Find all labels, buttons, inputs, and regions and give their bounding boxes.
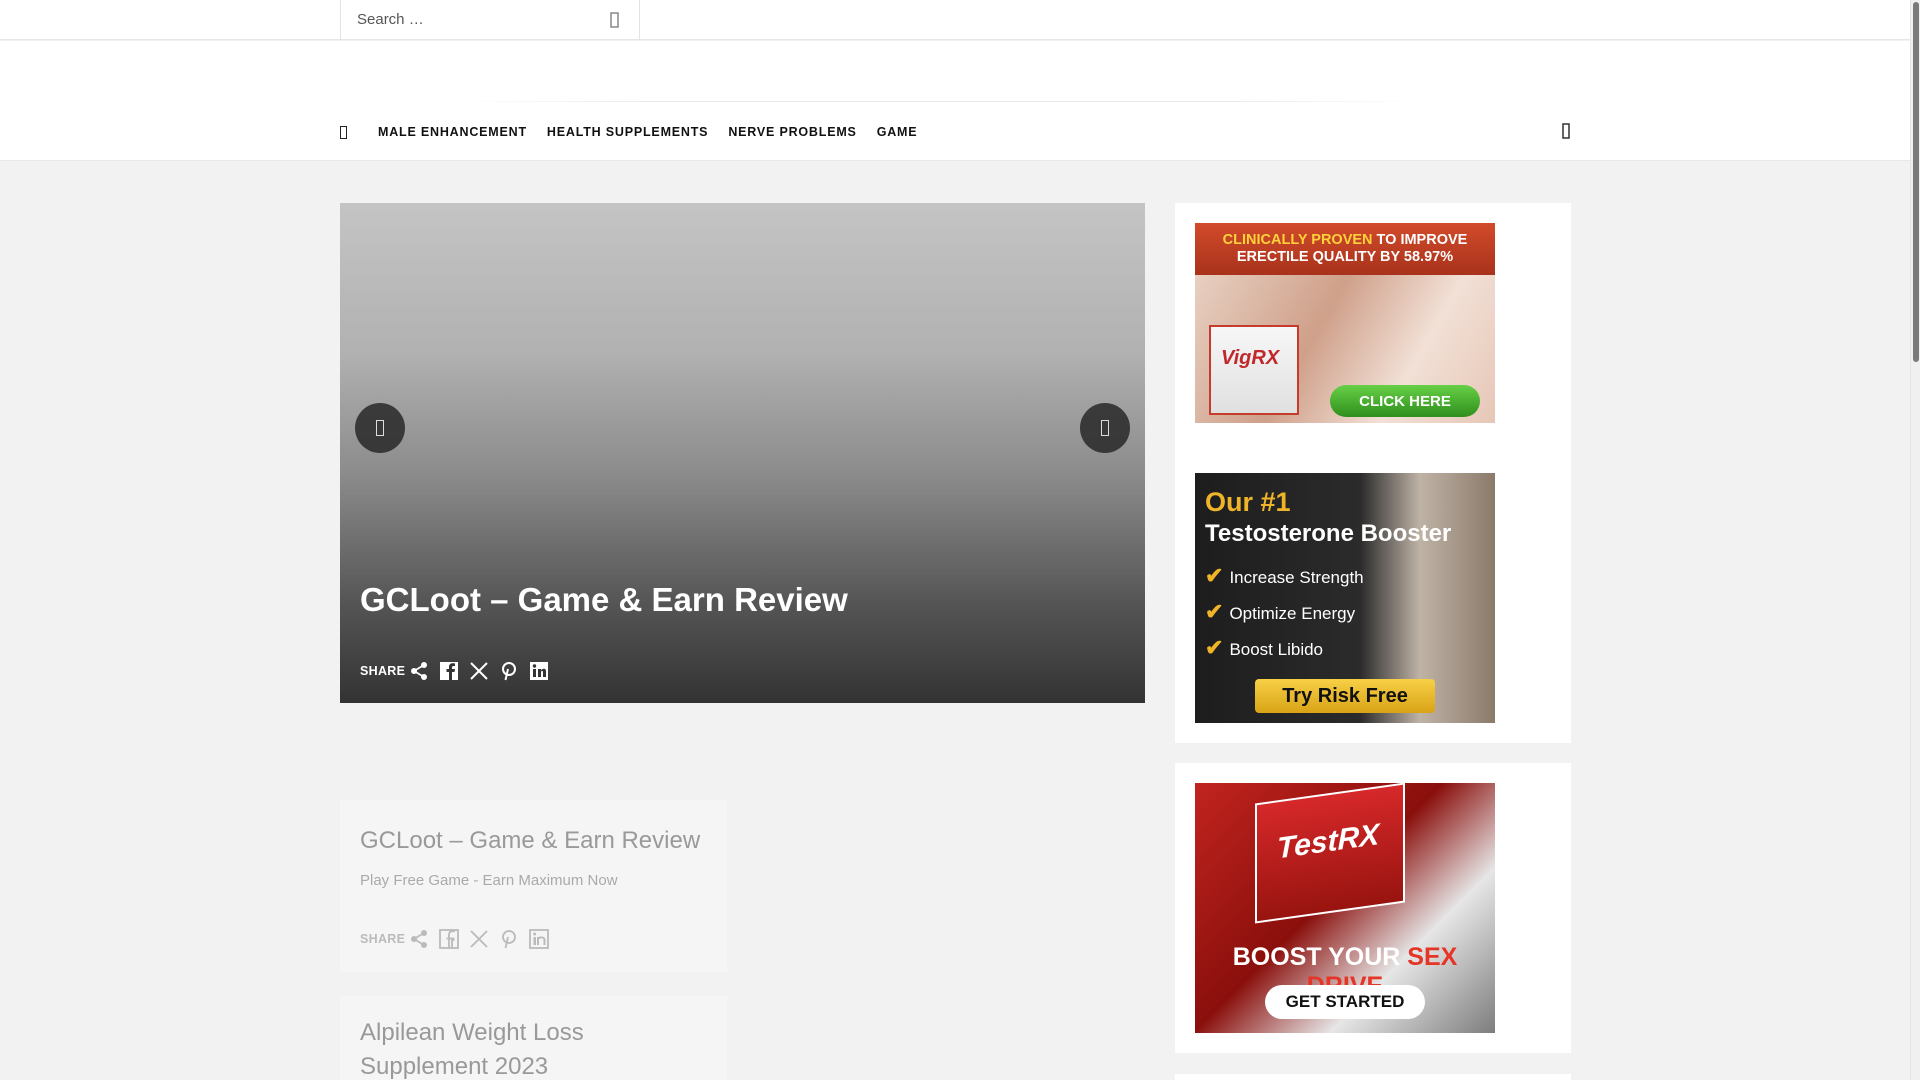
nav-item-health-supplements[interactable]: HEALTH SUPPLEMENTS: [547, 125, 708, 139]
share-bar: SHARE: [360, 929, 559, 949]
chevron-right-icon: [1101, 420, 1109, 436]
checkmark-icon: ✔: [1205, 635, 1224, 660]
product-name: TestRX: [1277, 818, 1380, 866]
post-card: GCLoot – Game & Earn Review Play Free Ga…: [340, 800, 727, 972]
page-scrollbar[interactable]: [1910, 0, 1920, 1080]
top-bar: [0, 0, 1910, 40]
header-divider: [460, 101, 1420, 102]
ad-line1: Our #1: [1205, 487, 1291, 517]
checkmark-icon: ✔: [1205, 599, 1224, 624]
share-label: SHARE: [360, 664, 406, 678]
site-header: MALE ENHANCEMENT HEALTH SUPPLEMENTS NERV…: [0, 41, 1910, 161]
share-label: SHARE: [360, 932, 406, 946]
menu-more-icon[interactable]: [1561, 121, 1571, 141]
share-bar: SHARE: [360, 661, 559, 681]
chevron-left-icon: [376, 420, 384, 436]
sidebar-widget: [1175, 1074, 1571, 1080]
ad-line2: Testosterone Booster: [1205, 520, 1452, 547]
search-submit-icon[interactable]: [605, 10, 625, 30]
ad-headline: CLINICALLY PROVEN TO IMPROVE ERECTILE QU…: [1195, 223, 1495, 275]
testosterone-booster-ad[interactable]: Our #1 Testosterone Booster ✔ Increase St…: [1195, 473, 1495, 723]
testrx-banner-ad[interactable]: TestRX BOOST YOUR SEX DRIVE GET STARTED: [1195, 783, 1495, 1033]
pinterest-icon[interactable]: [499, 929, 519, 949]
vigrx-banner-ad[interactable]: CLINICALLY PROVEN TO IMPROVE ERECTILE QU…: [1195, 223, 1495, 423]
featured-post-title[interactable]: GCLoot – Game & Earn Review: [360, 581, 848, 619]
benefit-item: ✔ Optimize Energy: [1205, 599, 1356, 624]
product-box-image: TestRX: [1255, 783, 1405, 924]
ad-cta-button[interactable]: CLICK HERE: [1330, 385, 1480, 417]
home-icon[interactable]: [340, 121, 366, 143]
scrollbar-thumb[interactable]: [1913, 2, 1919, 362]
share-icon[interactable]: [409, 661, 429, 681]
nav-item-male-enhancement[interactable]: MALE ENHANCEMENT: [378, 125, 527, 139]
facebook-icon[interactable]: [439, 929, 460, 949]
x-twitter-icon[interactable]: [469, 929, 489, 949]
featured-slider: GCLoot – Game & Earn Review SHARE: [340, 203, 1145, 703]
linkedin-icon[interactable]: [529, 661, 549, 681]
share-icon[interactable]: [409, 929, 429, 949]
benefit-item: ✔ Boost Libido: [1205, 635, 1324, 660]
linkedin-icon[interactable]: [529, 929, 550, 949]
post-card: Alpilean Weight Loss Supplement 2023: [340, 996, 727, 1080]
sidebar-ad-widget: CLINICALLY PROVEN TO IMPROVE ERECTILE QU…: [1175, 203, 1571, 743]
product-box-image: VigRX: [1209, 325, 1299, 415]
post-title[interactable]: Alpilean Weight Loss Supplement 2023: [360, 1016, 707, 1080]
ad-photo: VigRX CLICK HERE: [1195, 275, 1495, 423]
main-navigation: MALE ENHANCEMENT HEALTH SUPPLEMENTS NERV…: [340, 121, 925, 143]
post-excerpt: Play Free Game - Earn Maximum Now: [360, 872, 618, 889]
ad-headline-rest: TO IMPROVE: [1372, 232, 1468, 248]
benefit-item: ✔ Increase Strength: [1205, 563, 1364, 588]
ad-headline-line2: ERECTILE QUALITY BY 58.97%: [1236, 249, 1454, 265]
search-input[interactable]: [341, 0, 581, 38]
ad-cta-button[interactable]: Try Risk Free: [1255, 679, 1435, 713]
search-form: [340, 0, 640, 40]
nav-item-nerve-problems[interactable]: NERVE PROBLEMS: [728, 125, 856, 139]
slider-prev-button[interactable]: [355, 403, 405, 453]
x-twitter-icon[interactable]: [469, 661, 489, 681]
sidebar-ad-widget: TestRX BOOST YOUR SEX DRIVE GET STARTED: [1175, 763, 1571, 1053]
ad-cta-button[interactable]: GET STARTED: [1265, 985, 1425, 1019]
slider-next-button[interactable]: [1080, 403, 1130, 453]
pinterest-icon[interactable]: [499, 661, 519, 681]
ad-headline-highlight: CLINICALLY PROVEN: [1222, 232, 1373, 248]
checkmark-icon: ✔: [1205, 563, 1224, 588]
post-title[interactable]: GCLoot – Game & Earn Review: [360, 824, 707, 858]
facebook-icon[interactable]: [439, 661, 459, 681]
product-name: VigRX: [1221, 347, 1280, 369]
nav-item-game[interactable]: GAME: [877, 125, 918, 139]
